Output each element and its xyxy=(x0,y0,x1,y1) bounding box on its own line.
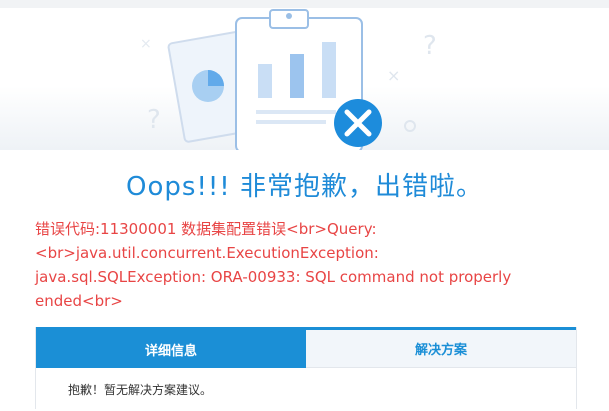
error-line: java.sql.SQLException: ORA-00933: SQL co… xyxy=(35,268,512,286)
error-illustration: ? ? × × xyxy=(0,8,609,150)
cross-decoration-icon: × xyxy=(140,36,152,52)
page-title: Oops!!! 非常抱歉，出错啦。 xyxy=(126,172,483,202)
details-panel: 详细信息 解决方案 抱歉！暂无解决方案建议。 xyxy=(35,327,577,409)
top-strip xyxy=(0,0,609,8)
error-x-icon xyxy=(334,99,382,147)
circle-decoration-icon xyxy=(404,120,416,132)
tab-content: 抱歉！暂无解决方案建议。 xyxy=(68,383,213,397)
error-message: 错误代码:11300001 数据集配置错误<br>Query: <br>java… xyxy=(35,217,580,313)
question-mark-icon: ? xyxy=(147,105,161,135)
error-line: ended<br> xyxy=(35,292,123,310)
error-line: <br>java.util.concurrent.ExecutionExcept… xyxy=(35,244,379,262)
cross-decoration-icon: × xyxy=(387,66,400,85)
illustration-svg: ? ? × × xyxy=(140,9,437,150)
question-mark-icon: ? xyxy=(423,31,437,61)
tab-bar: 详细信息 解决方案 xyxy=(36,327,576,368)
error-line: 错误代码:11300001 数据集配置错误<br>Query: xyxy=(35,220,377,238)
tab-solution[interactable]: 解决方案 xyxy=(306,330,576,368)
tab-details[interactable]: 详细信息 xyxy=(36,330,306,368)
